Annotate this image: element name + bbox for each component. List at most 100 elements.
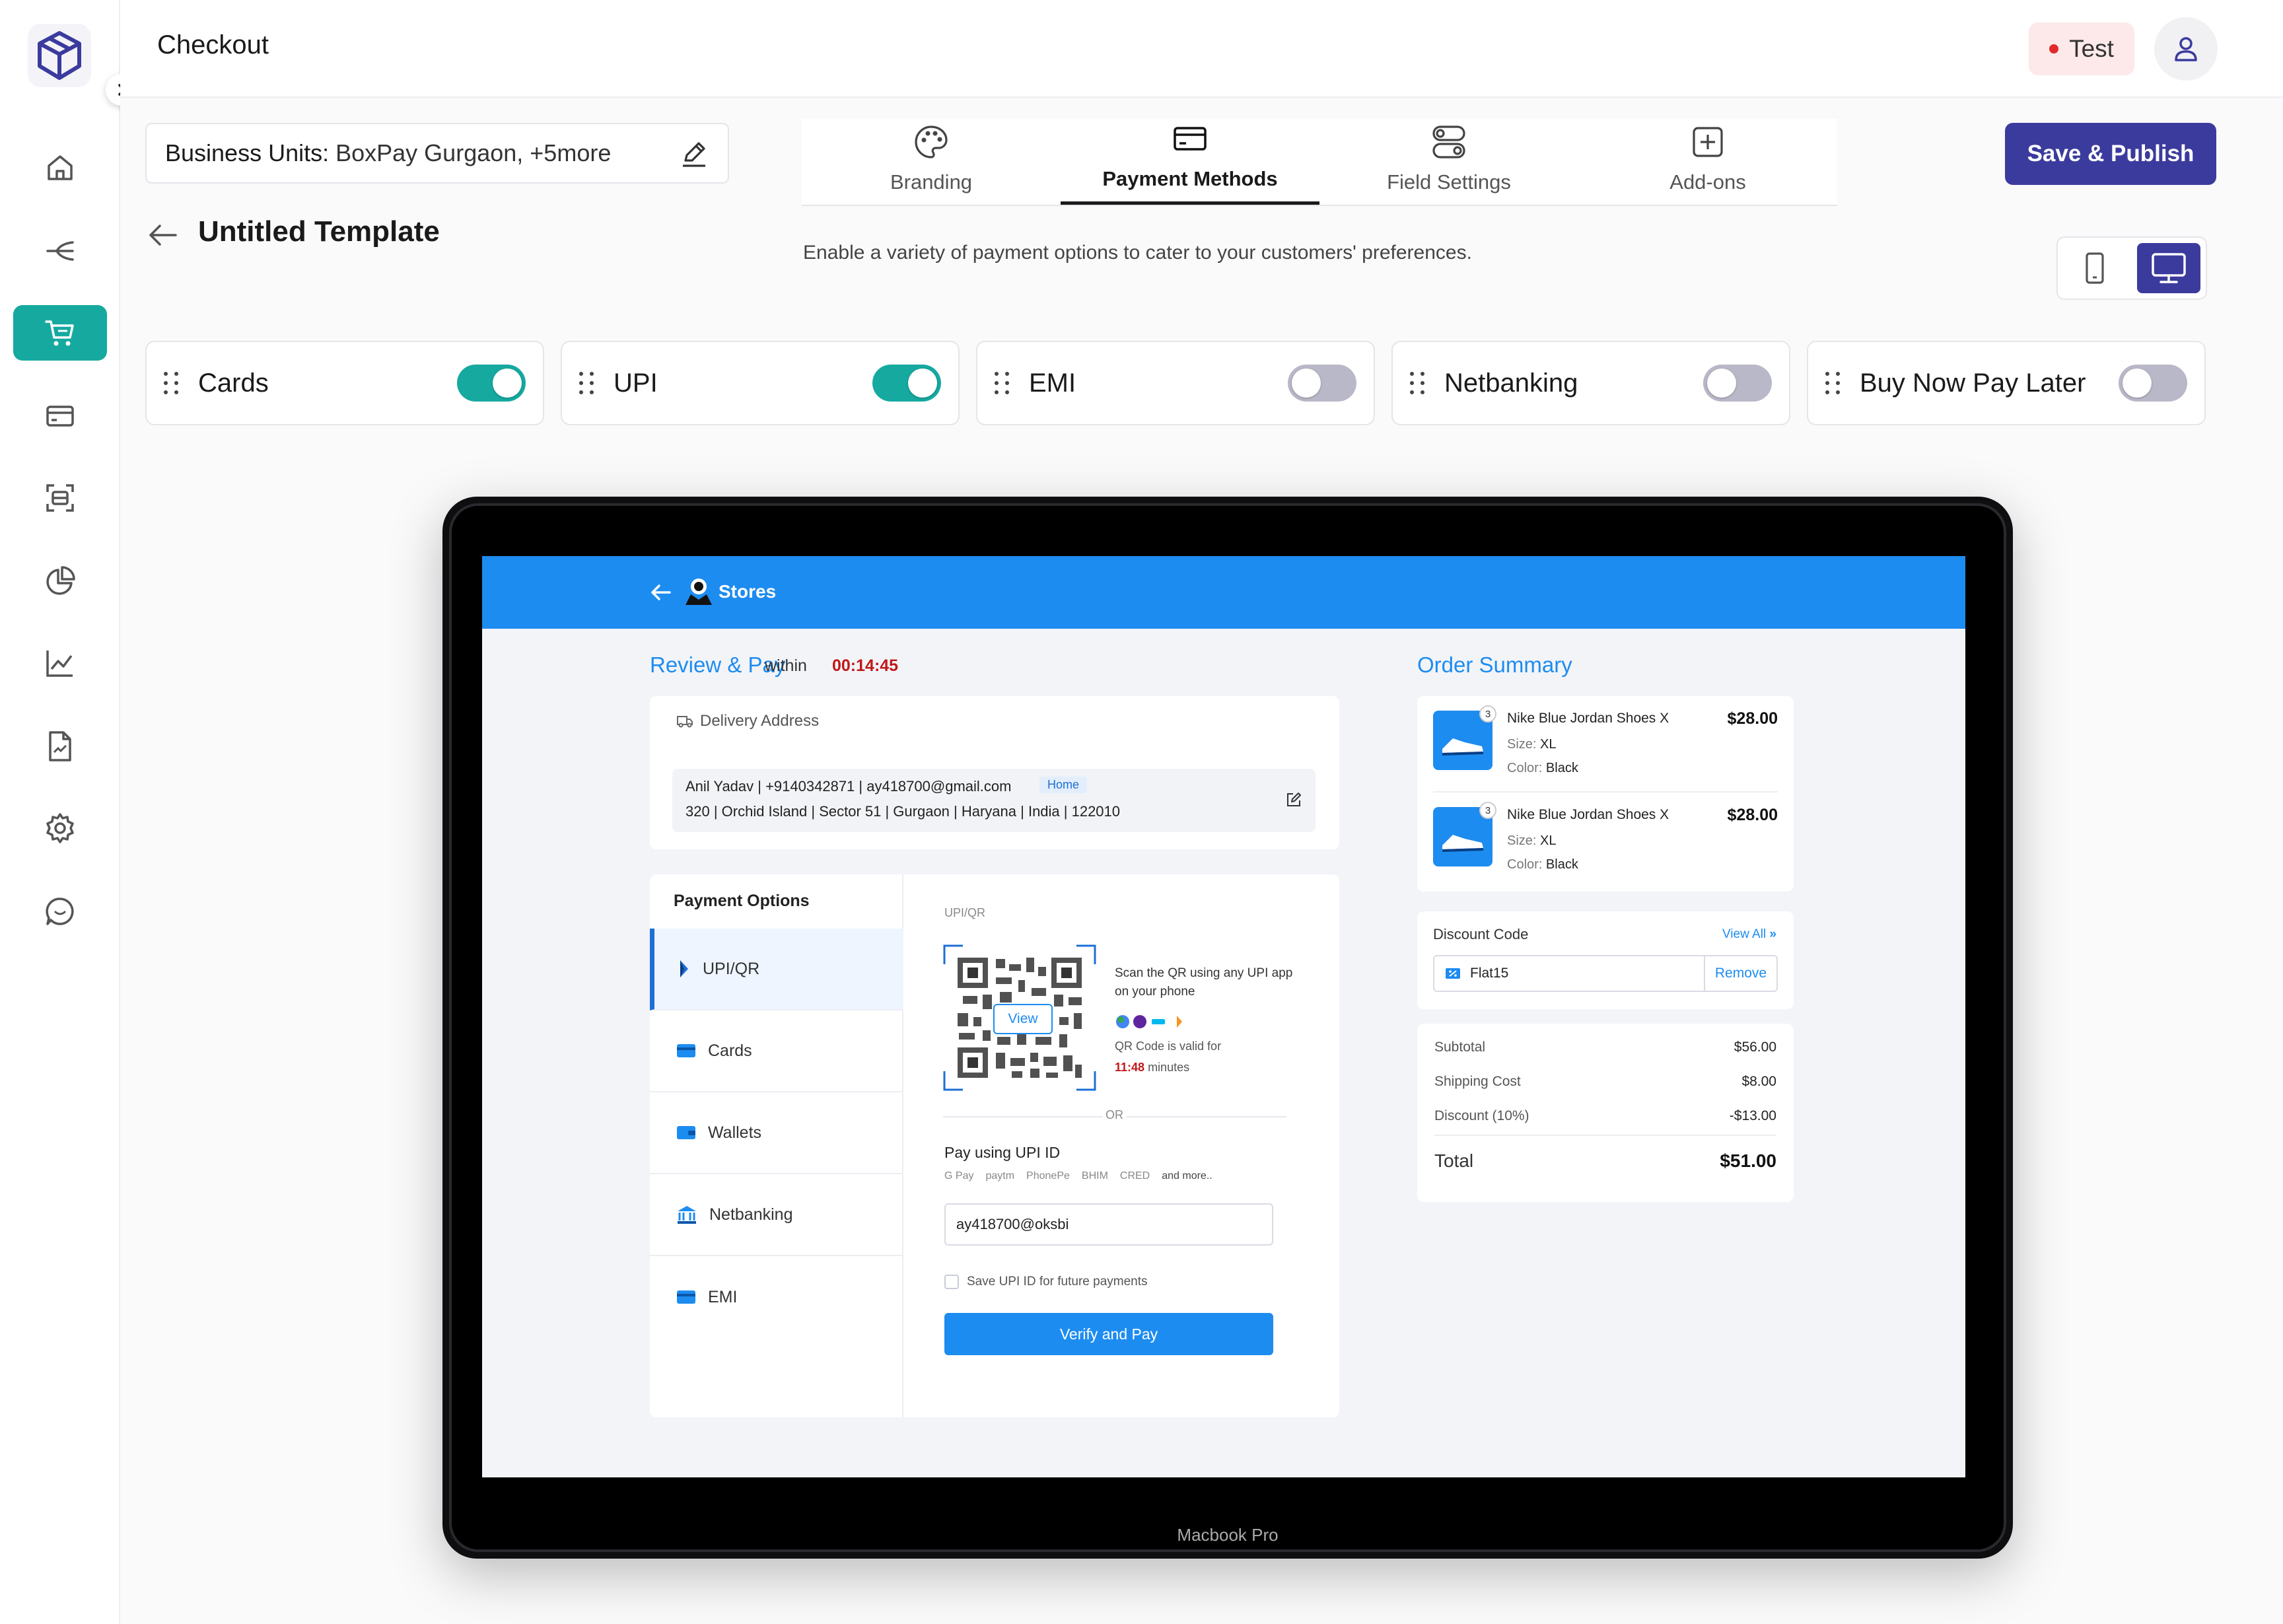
- drag-handle-icon[interactable]: [164, 372, 178, 394]
- plus-square-icon: [1689, 123, 1727, 161]
- sidebar-item-home[interactable]: [13, 140, 107, 195]
- remove-coupon-button[interactable]: Remove: [1704, 956, 1776, 991]
- tab-description: Enable a variety of payment options to c…: [803, 242, 1472, 264]
- template-title[interactable]: Untitled Template: [198, 215, 440, 248]
- gpay-label: G Pay: [944, 1170, 974, 1182]
- environment-badge[interactable]: Test: [2029, 22, 2134, 75]
- or-label: OR: [1103, 1108, 1126, 1122]
- subtotal-label: Subtotal: [1434, 1040, 1486, 1055]
- user-avatar-button[interactable]: [2154, 17, 2218, 81]
- upi-id-heading: Pay using UPI ID: [944, 1144, 1061, 1161]
- cards-toggle[interactable]: [457, 365, 526, 402]
- tab-payment-methods-label: Payment Methods: [1102, 167, 1278, 190]
- emi-toggle[interactable]: [1288, 365, 1356, 402]
- upi-app-icons: [1115, 1013, 1194, 1030]
- drag-handle-icon[interactable]: [1410, 372, 1424, 394]
- business-units-selector[interactable]: Business Units: BoxPay Gurgaon, +5more: [145, 123, 729, 184]
- save-upi-checkbox[interactable]: Save UPI ID for future payments: [944, 1275, 1148, 1289]
- upi-id-input[interactable]: [944, 1203, 1273, 1246]
- payment-option-netbanking[interactable]: Netbanking: [650, 1174, 903, 1256]
- tab-field-settings[interactable]: Field Settings: [1319, 119, 1578, 205]
- user-icon: [2171, 34, 2201, 64]
- tab-add-ons[interactable]: Add-ons: [1578, 119, 1837, 205]
- report-icon: [44, 730, 77, 763]
- view-qr-button[interactable]: View: [993, 1004, 1053, 1034]
- item-color-label: Color:: [1507, 761, 1543, 775]
- drag-handle-icon[interactable]: [995, 372, 1009, 394]
- emi-icon: [676, 1289, 696, 1306]
- drag-handle-icon[interactable]: [1825, 372, 1840, 394]
- verify-and-pay-button[interactable]: Verify and Pay: [944, 1313, 1273, 1355]
- view-all-coupons-link[interactable]: View All »: [1722, 927, 1776, 942]
- coupon-code: Flat15: [1470, 966, 1509, 981]
- save-publish-button[interactable]: Save & Publish: [2005, 123, 2216, 185]
- sidebar-item-flows[interactable]: [13, 223, 107, 279]
- item-size-value: XL: [1540, 737, 1557, 752]
- drag-handle-icon[interactable]: [579, 372, 594, 394]
- edit-address-icon[interactable]: [1285, 791, 1302, 808]
- mobile-preview-button[interactable]: [2063, 243, 2126, 293]
- more-apps-label: and more..: [1162, 1170, 1212, 1182]
- config-tabs: Branding Payment Methods Field Settings …: [802, 119, 1837, 206]
- payment-option-wallets[interactable]: Wallets: [650, 1092, 903, 1174]
- payment-method-netbanking[interactable]: Netbanking: [1391, 341, 1790, 425]
- payment-option-cards[interactable]: Cards: [650, 1010, 903, 1092]
- item-size-label: Size:: [1507, 737, 1537, 752]
- tab-branding[interactable]: Branding: [802, 119, 1061, 205]
- desktop-preview-button[interactable]: [2137, 243, 2200, 293]
- item-size: Size: XL: [1507, 737, 1557, 752]
- item-color-label: Color:: [1507, 857, 1543, 872]
- payment-method-emi[interactable]: EMI: [976, 341, 1375, 425]
- back-arrow-icon[interactable]: [147, 221, 180, 250]
- item-color: Color: Black: [1507, 857, 1578, 872]
- applied-coupon-field: Flat15 Remove: [1433, 955, 1778, 992]
- payment-method-upi[interactable]: UPI: [561, 341, 960, 425]
- sidebar-item-settings[interactable]: [13, 800, 107, 856]
- sidebar-item-payments[interactable]: [13, 388, 107, 444]
- item-name: Nike Blue Jordan Shoes X: [1507, 807, 1669, 822]
- order-items-panel: 3 Nike Blue Jordan Shoes X $28.00 Size: …: [1417, 696, 1794, 892]
- checkbox-icon[interactable]: [944, 1275, 959, 1289]
- payment-method-bnpl[interactable]: Buy Now Pay Later: [1807, 341, 2206, 425]
- tab-payment-methods[interactable]: Payment Methods: [1061, 119, 1319, 205]
- upi-logo-icon: [676, 959, 691, 979]
- top-bar: Checkout Test: [120, 0, 2283, 98]
- netbanking-toggle[interactable]: [1703, 365, 1772, 402]
- toggles-icon: [1430, 123, 1468, 161]
- settings-icon: [44, 812, 77, 845]
- tab-add-ons-label: Add-ons: [1669, 170, 1746, 194]
- upi-toggle[interactable]: [872, 365, 941, 402]
- double-chevron-right-icon: »: [1769, 927, 1776, 941]
- boxpay-logo-icon[interactable]: [28, 24, 91, 87]
- payment-method-label: EMI: [1029, 368, 1076, 398]
- sidebar-item-support[interactable]: [13, 884, 107, 939]
- save-upi-label: Save UPI ID for future payments: [967, 1275, 1148, 1289]
- address-line: 320 | Orchid Island | Sector 51 | Gurgao…: [685, 803, 1121, 820]
- business-units-label: Business Units:: [165, 139, 330, 166]
- sidebar-item-scan[interactable]: [13, 470, 107, 526]
- sidebar-item-reports[interactable]: [13, 553, 107, 609]
- payment-option-label: Cards: [708, 1041, 752, 1060]
- payment-method-cards[interactable]: Cards: [145, 341, 544, 425]
- palette-icon: [912, 123, 950, 161]
- card-icon: [676, 1042, 696, 1059]
- payment-option-emi[interactable]: EMI: [650, 1256, 903, 1338]
- bnpl-toggle[interactable]: [2119, 365, 2187, 402]
- sidebar-item-analytics[interactable]: [13, 635, 107, 691]
- edit-pencil-icon[interactable]: [679, 138, 709, 168]
- delivery-address-panel: Delivery Address Anil Yadav | +914034287…: [650, 696, 1339, 849]
- totals-panel: Subtotal $56.00 Shipping Cost $8.00 Discou…: [1417, 1024, 1794, 1202]
- payment-method-label: Netbanking: [1444, 368, 1578, 398]
- back-arrow-icon[interactable]: [650, 583, 672, 602]
- address-card[interactable]: Anil Yadav | +9140342871 | ay418700@gmai…: [672, 769, 1316, 832]
- qr-validity-time: 11:48 minutes: [1115, 1061, 1189, 1075]
- payment-option-upi[interactable]: UPI/QR: [650, 929, 903, 1010]
- order-item: 3 Nike Blue Jordan Shoes X $28.00 Size: …: [1433, 703, 1778, 782]
- sidebar-item-checkout[interactable]: [13, 305, 107, 361]
- item-color-value: Black: [1545, 761, 1578, 775]
- timer-prefix: within: [765, 656, 807, 675]
- sidebar-item-documents[interactable]: [13, 719, 107, 774]
- item-size-label: Size:: [1507, 833, 1537, 848]
- totals-divider: [1434, 1135, 1776, 1136]
- item-size-value: XL: [1540, 833, 1557, 848]
